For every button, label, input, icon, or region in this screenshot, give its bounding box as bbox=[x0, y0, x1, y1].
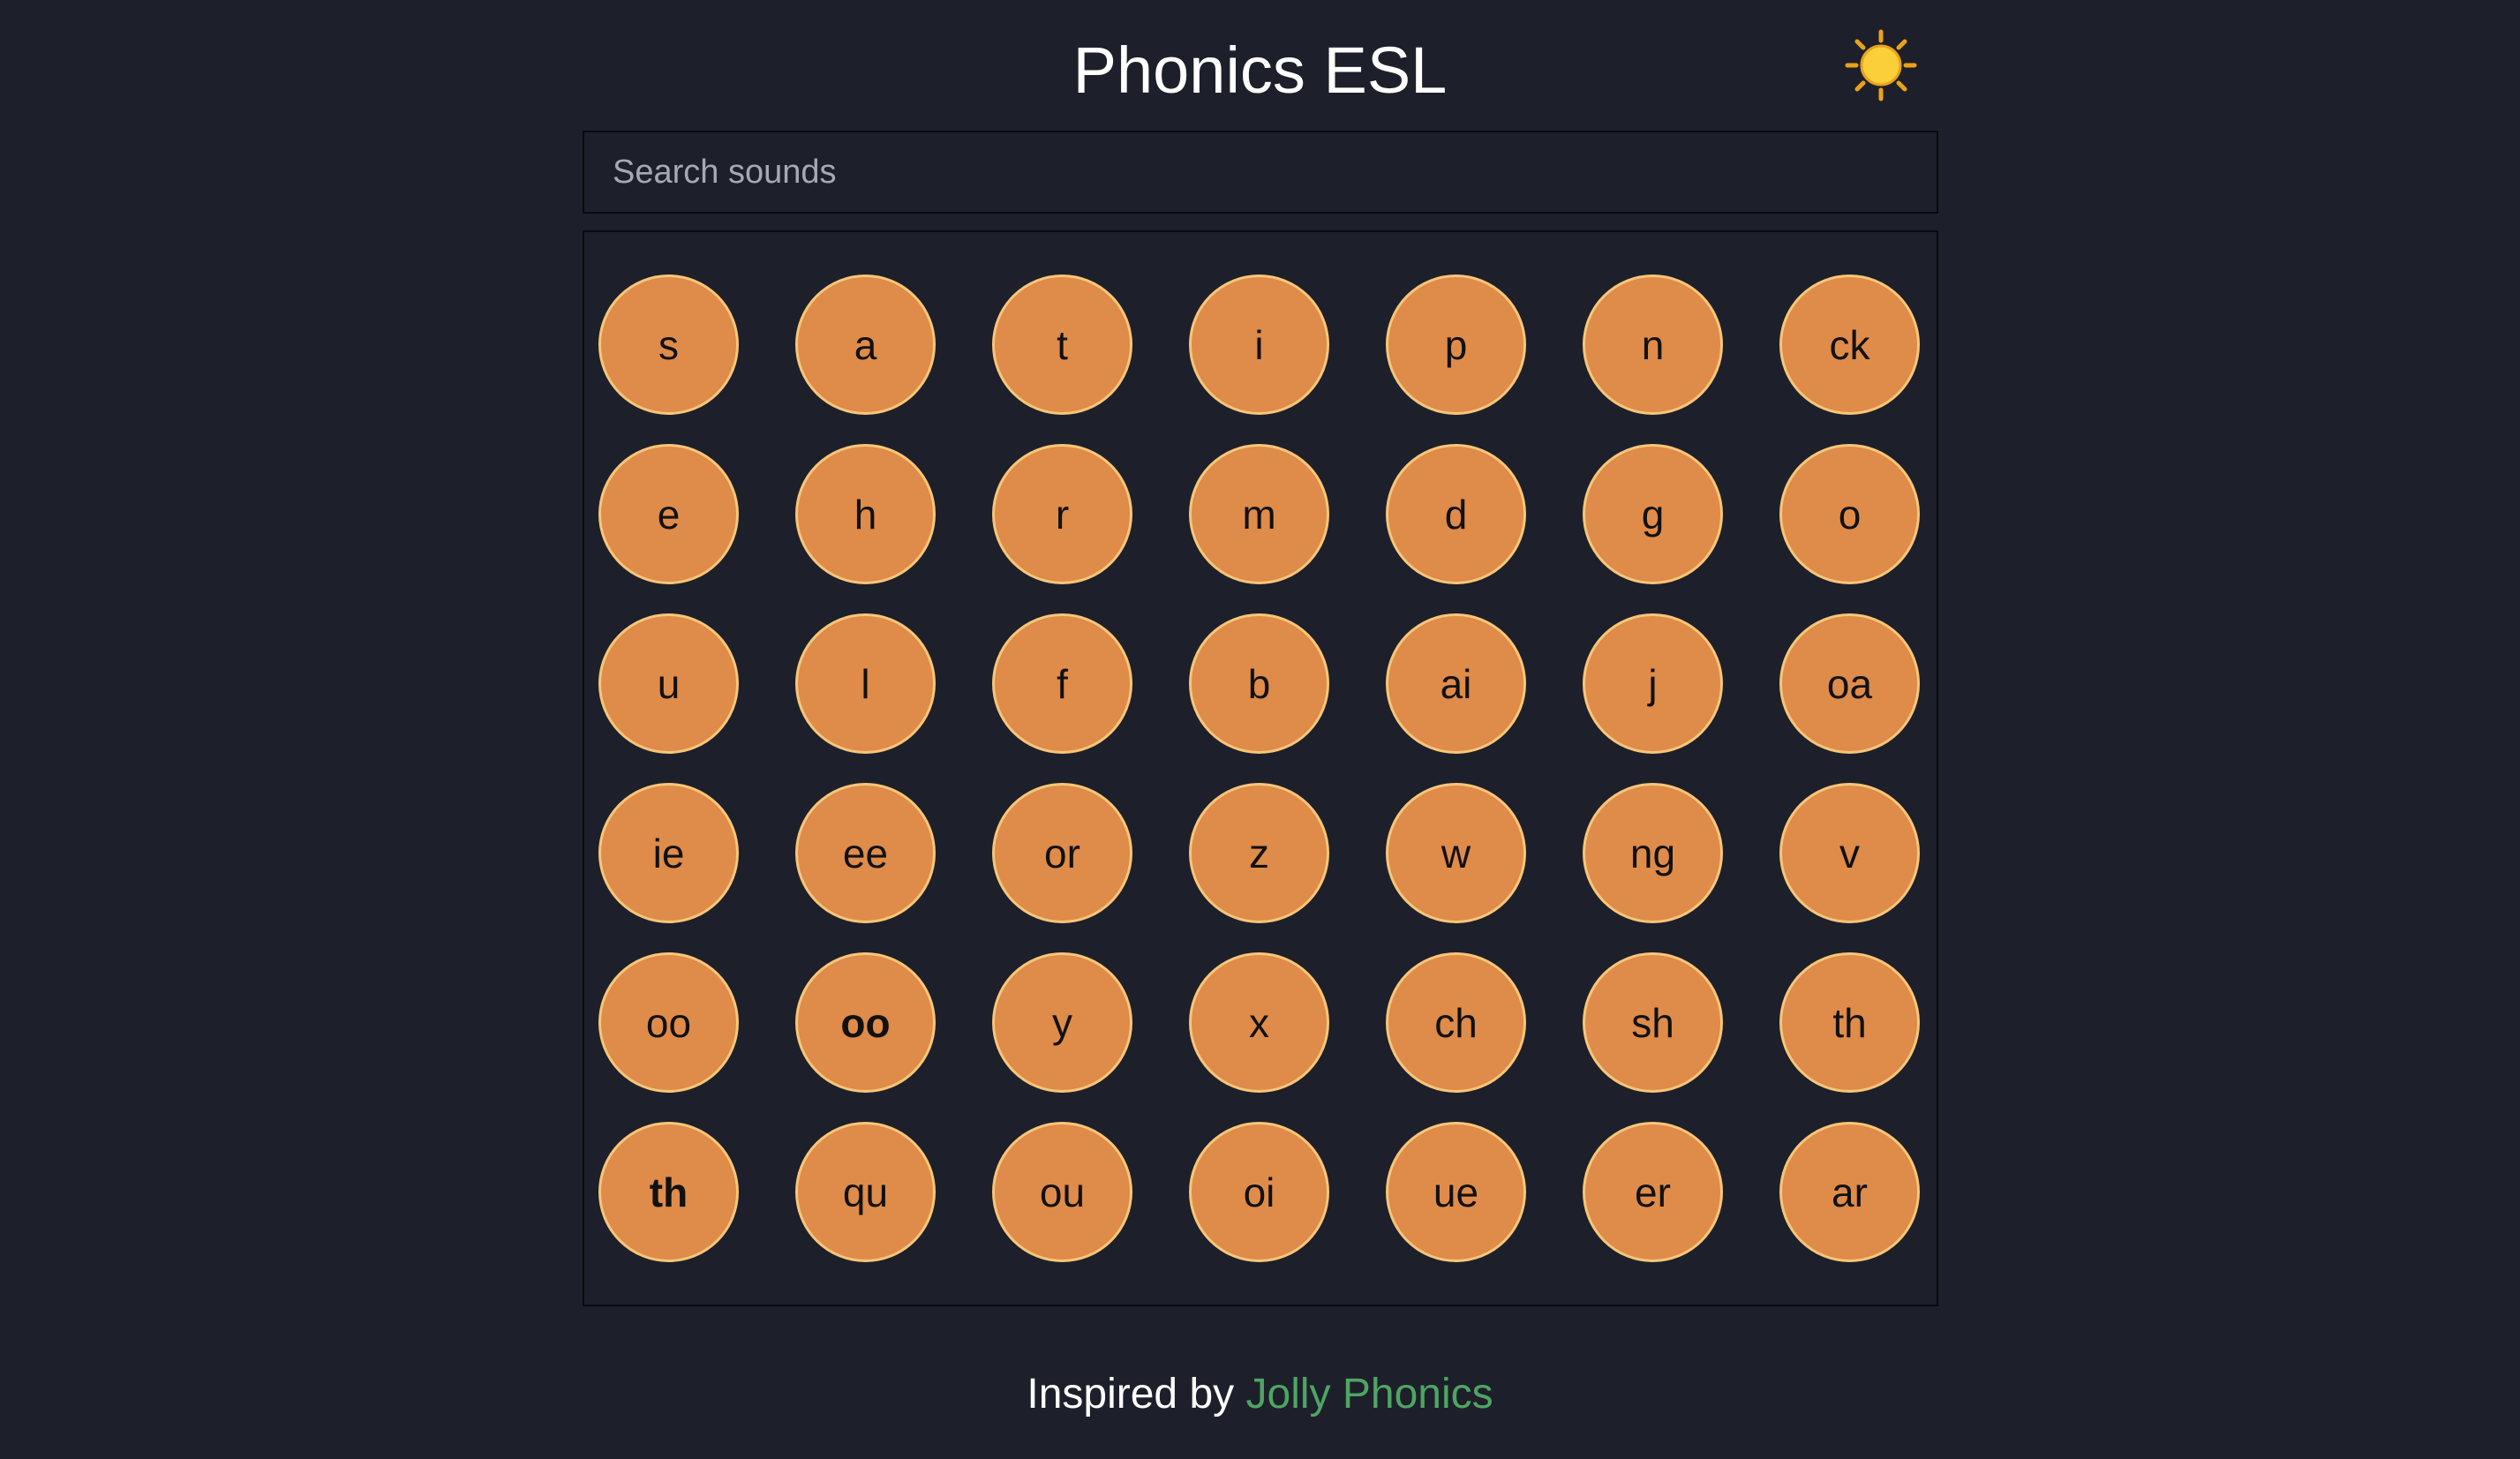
sound-button-m[interactable]: m bbox=[1189, 444, 1329, 584]
sound-button-ie[interactable]: ie bbox=[598, 783, 739, 923]
sound-button-sh[interactable]: sh bbox=[1583, 952, 1723, 1093]
sound-button-y[interactable]: y bbox=[992, 952, 1132, 1093]
sound-button-j[interactable]: j bbox=[1583, 613, 1723, 754]
sound-button-z[interactable]: z bbox=[1189, 783, 1329, 923]
sound-grid: s a t i p n ck e h r m d g o u l f b ai j oa ie ee or z w ng v oo oo y… bbox=[598, 275, 1920, 1262]
sun-icon bbox=[1845, 29, 1917, 102]
footer: Inspired by Jolly Phonics bbox=[0, 1364, 2520, 1425]
footer-prefix: Inspired by bbox=[1027, 1371, 1235, 1418]
sound-button-qu[interactable]: qu bbox=[795, 1122, 936, 1262]
sound-button-t[interactable]: t bbox=[992, 275, 1132, 415]
page-title: Phonics ESL bbox=[1072, 34, 1448, 107]
sound-button-v[interactable]: v bbox=[1779, 783, 1920, 923]
sound-button-p[interactable]: p bbox=[1386, 275, 1526, 415]
sound-button-n[interactable]: n bbox=[1583, 275, 1723, 415]
sound-button-ou[interactable]: ou bbox=[992, 1122, 1132, 1262]
app-header: Phonics ESL bbox=[0, 0, 2520, 132]
sound-button-th[interactable]: th bbox=[1779, 952, 1920, 1093]
sound-button-ai[interactable]: ai bbox=[1386, 613, 1526, 754]
sound-button-ng[interactable]: ng bbox=[1583, 783, 1723, 923]
sound-button-a[interactable]: a bbox=[795, 275, 936, 415]
sound-button-b[interactable]: b bbox=[1189, 613, 1329, 754]
sound-button-or[interactable]: or bbox=[992, 783, 1132, 923]
sound-button-e[interactable]: e bbox=[598, 444, 739, 584]
sound-button-oa[interactable]: oa bbox=[1779, 613, 1920, 754]
sound-button-o[interactable]: o bbox=[1779, 444, 1920, 584]
jolly-phonics-link[interactable]: Jolly Phonics bbox=[1246, 1371, 1493, 1418]
sound-button-ee[interactable]: ee bbox=[795, 783, 936, 923]
sound-button-s[interactable]: s bbox=[598, 275, 739, 415]
sounds-panel: s a t i p n ck e h r m d g o u l f b ai j oa ie ee or z w ng v oo oo y… bbox=[583, 230, 1938, 1306]
sound-button-u[interactable]: u bbox=[598, 613, 739, 754]
sound-button-oi[interactable]: oi bbox=[1189, 1122, 1329, 1262]
sound-button-er[interactable]: er bbox=[1583, 1122, 1723, 1262]
sound-button-r[interactable]: r bbox=[992, 444, 1132, 584]
sound-button-w[interactable]: w bbox=[1386, 783, 1526, 923]
sound-button-ch[interactable]: ch bbox=[1386, 952, 1526, 1093]
sound-button-ar[interactable]: ar bbox=[1779, 1122, 1920, 1262]
sound-button-th-bold[interactable]: th bbox=[598, 1122, 739, 1262]
sound-button-f[interactable]: f bbox=[992, 613, 1132, 754]
sound-button-h[interactable]: h bbox=[795, 444, 936, 584]
sound-button-oo-bold[interactable]: oo bbox=[795, 952, 936, 1093]
sound-button-oo[interactable]: oo bbox=[598, 952, 739, 1093]
sound-button-i[interactable]: i bbox=[1189, 275, 1329, 415]
sound-button-ue[interactable]: ue bbox=[1386, 1122, 1526, 1262]
theme-toggle-button[interactable] bbox=[1844, 28, 1918, 102]
sound-button-x[interactable]: x bbox=[1189, 952, 1329, 1093]
sound-button-l[interactable]: l bbox=[795, 613, 936, 754]
sound-button-g[interactable]: g bbox=[1583, 444, 1723, 584]
search-input[interactable] bbox=[583, 131, 1938, 214]
sound-button-ck[interactable]: ck bbox=[1779, 275, 1920, 415]
sound-button-d[interactable]: d bbox=[1386, 444, 1526, 584]
